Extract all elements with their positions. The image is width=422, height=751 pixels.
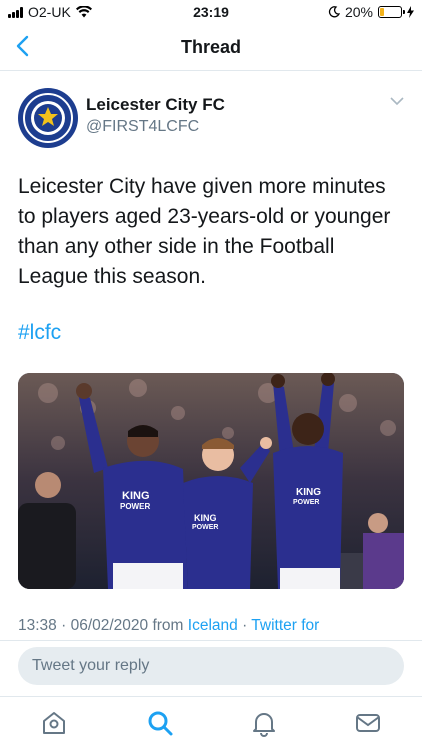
- reply-input[interactable]: [18, 647, 404, 685]
- tweet-date: 06/02/2020: [70, 617, 149, 634]
- author-handle: @FIRST4LCFC: [86, 118, 200, 135]
- page-title: Thread: [180, 37, 241, 57]
- avatar[interactable]: [18, 88, 78, 148]
- tweet-meta: 13:38 · 06/02/2020 from Iceland · Twitte…: [18, 617, 320, 634]
- location-link[interactable]: Iceland: [188, 617, 238, 634]
- home-icon[interactable]: [40, 709, 68, 737]
- shirt-sponsor-text: KING: [122, 490, 150, 502]
- battery-fill: [380, 8, 385, 16]
- messages-icon[interactable]: [354, 709, 382, 737]
- charging-icon: [407, 6, 414, 18]
- source-link[interactable]: Twitter for: [251, 617, 319, 634]
- notifications-icon[interactable]: [250, 709, 278, 737]
- search-icon[interactable]: [146, 709, 174, 737]
- moon-icon: [328, 6, 340, 18]
- hashtag-link[interactable]: #lcfc: [18, 321, 61, 345]
- battery-icon: [378, 6, 405, 18]
- nav-bar: Thread: [0, 24, 422, 71]
- author-name[interactable]: Leicester City FC: [86, 95, 225, 115]
- tab-bar: [0, 696, 422, 751]
- tweet-text: Leicester City have given more minutes t…: [18, 175, 391, 288]
- shirt-sponsor-subtext: POWER: [293, 499, 319, 506]
- club-crest-icon: [23, 93, 73, 143]
- status-right: 20%: [328, 4, 414, 20]
- shirt-sponsor-subtext: POWER: [120, 502, 150, 511]
- battery-percent: 20%: [344, 4, 373, 20]
- status-bar: O2-UK 23:19 20%: [0, 0, 422, 24]
- tweet-photo[interactable]: KING POWER KING POWER KING POWER: [18, 373, 404, 589]
- chevron-down-icon[interactable]: [390, 96, 404, 106]
- shirt-sponsor-text: KING: [194, 513, 217, 523]
- team-celebration-image: KING POWER KING POWER KING POWER: [18, 373, 404, 589]
- tweet-time: 13:38: [18, 617, 57, 634]
- from-label: from: [152, 617, 184, 634]
- shirt-sponsor-subtext: POWER: [192, 524, 218, 531]
- shirt-sponsor-text: KING: [296, 487, 321, 498]
